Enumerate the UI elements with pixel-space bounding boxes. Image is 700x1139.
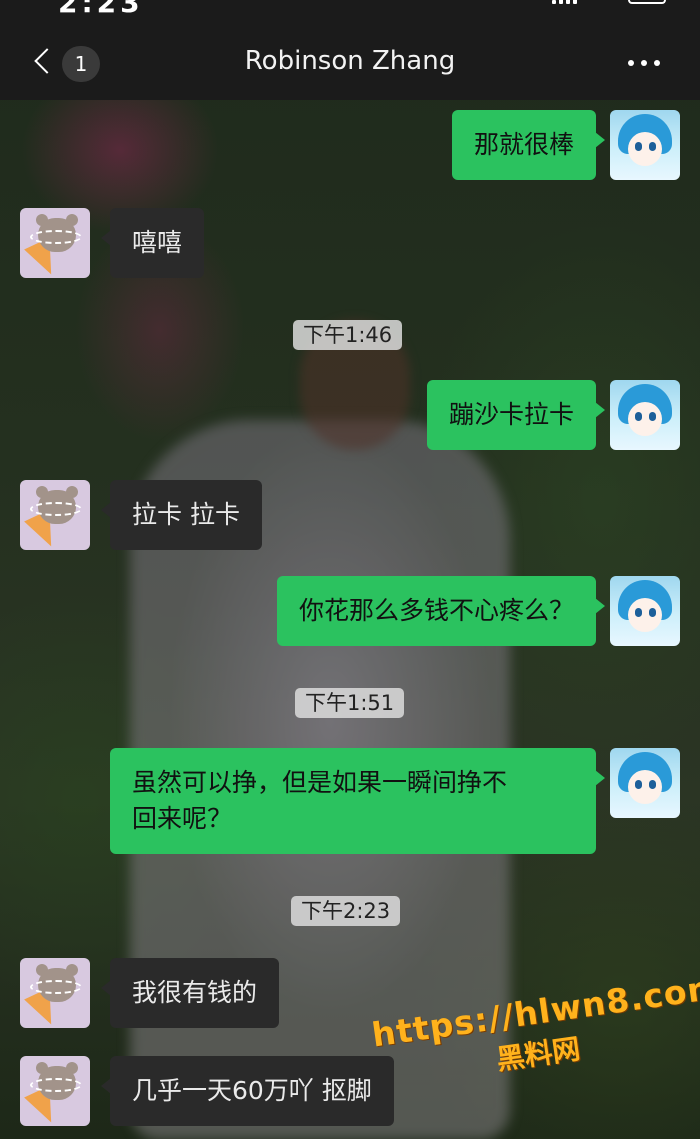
battery-icon	[628, 0, 666, 4]
chat-screen: 2:23 1 Robinson Zhang 那就很棒 嘻嘻 下午1:46 蹦沙卡…	[0, 0, 700, 1139]
message-bubble-sent[interactable]: 那就很棒	[451, 110, 606, 180]
my-avatar[interactable]	[610, 380, 680, 450]
contact-avatar[interactable]	[20, 1056, 90, 1126]
message-bubble-received[interactable]: 几乎一天60万吖 抠脚	[101, 1056, 394, 1126]
contact-avatar[interactable]	[20, 208, 90, 278]
message-bubble-received[interactable]: 拉卡 拉卡	[101, 480, 262, 550]
my-avatar[interactable]	[610, 110, 680, 180]
message-bubble-received[interactable]: 我很有钱的	[100, 958, 280, 1028]
more-options-button[interactable]	[624, 54, 664, 74]
my-avatar[interactable]	[610, 576, 680, 646]
timestamp-label: 下午1:46	[293, 320, 403, 350]
timestamp-label: 下午2:23	[291, 896, 401, 926]
message-bubble-received[interactable]: 嘻嘻	[100, 208, 205, 278]
chat-title: Robinson Zhang	[244, 46, 456, 76]
my-avatar[interactable]	[610, 748, 680, 818]
contact-avatar[interactable]	[20, 958, 90, 1028]
contact-avatar[interactable]	[20, 480, 90, 550]
status-bar: 2:23	[0, 0, 700, 26]
message-bubble-sent[interactable]: 虽然可以挣，但是如果一瞬间挣不 回来呢？	[110, 748, 605, 854]
timestamp-label: 下午1:51	[295, 688, 405, 718]
nav-bar: 1 Robinson Zhang	[0, 26, 700, 100]
message-line: 虽然可以挣，但是如果一瞬间挣不	[132, 768, 508, 797]
message-bubble-sent[interactable]: 你花那么多钱不心疼么？	[276, 576, 606, 646]
signal-icon	[552, 0, 582, 4]
message-bubble-sent[interactable]: 蹦沙卡拉卡	[426, 380, 606, 450]
message-line: 回来呢？	[132, 804, 233, 833]
status-time: 2:23	[58, 0, 144, 19]
